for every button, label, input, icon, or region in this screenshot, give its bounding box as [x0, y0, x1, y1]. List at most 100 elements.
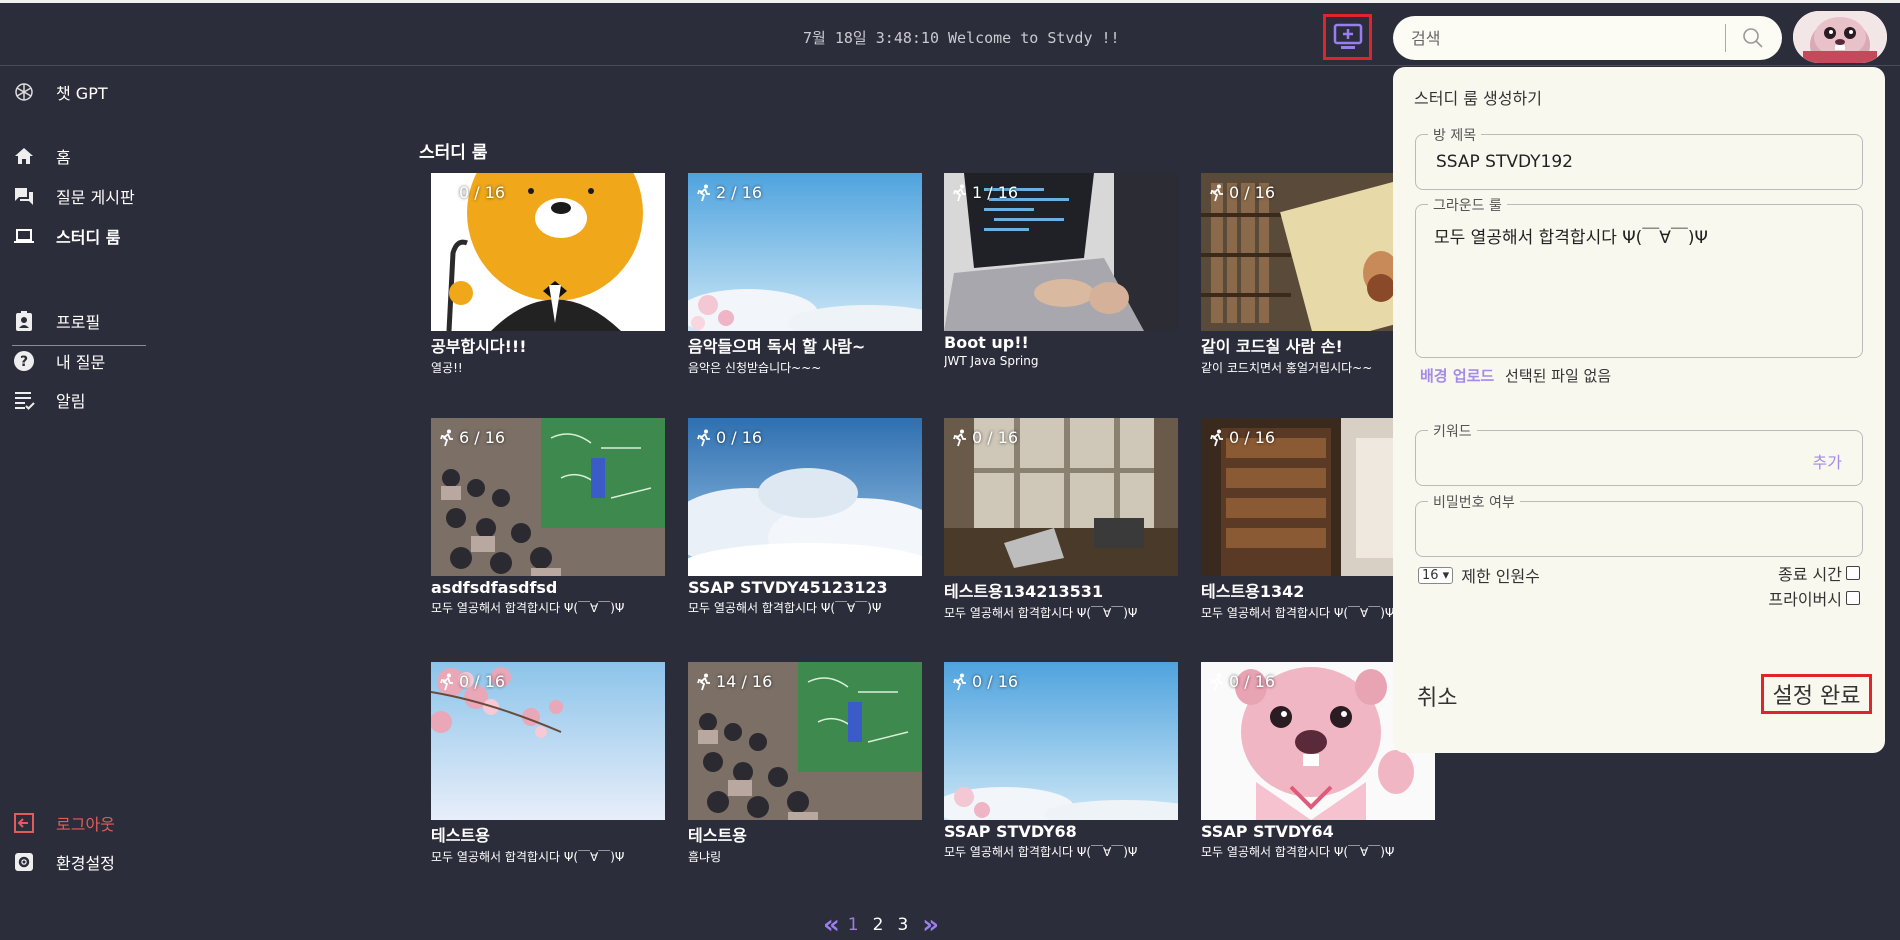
sidebar-item-label: 내 질문 [56, 353, 106, 372]
room-description: 열공!! [431, 361, 463, 375]
room-description: 모두 열공해서 합격합시다 Ψ(￣∀￣)Ψ [1201, 845, 1395, 859]
upload-background-button[interactable]: 배경 업로드 [1420, 367, 1494, 385]
room-name-field[interactable]: 방 제목 SSAP STVDY192 [1415, 125, 1863, 190]
page-link-current[interactable]: 1 [848, 915, 859, 935]
max-people-label: 제한 인원수 [1461, 567, 1540, 586]
room-card[interactable]: 14 / 16 테스트용 흠냐링 [688, 662, 922, 865]
room-name-label: 방 제목 [1428, 125, 1482, 145]
next-page-button[interactable]: » [922, 910, 939, 940]
person-running-icon [440, 184, 453, 201]
participant-count: 0 / 16 [1209, 183, 1275, 202]
ground-rule-textarea[interactable]: 그라운드 룰 모두 열공해서 합격합시다 Ψ(￣∀￣)Ψ [1415, 195, 1863, 358]
room-description: 흠냐링 [688, 850, 722, 864]
gear-icon [12, 850, 36, 874]
password-label: 비밀번호 여부 [1428, 492, 1520, 512]
person-running-icon [440, 429, 453, 446]
room-title: 테스트용 [431, 826, 490, 845]
no-file-text: 선택된 파일 없음 [1505, 367, 1612, 385]
panel-title: 스터디 룸 생성하기 [1414, 89, 1542, 108]
sidebar-item-label: 프로필 [56, 313, 101, 332]
room-title: 공부합시다!!! [431, 337, 527, 356]
avatar[interactable] [1793, 11, 1887, 63]
room-card[interactable]: 0 / 16 SSAP STVDY68 모두 열공해서 합격합시다 Ψ(￣∀￣)… [944, 662, 1178, 860]
room-title: SSAP STVDY45123123 [688, 578, 888, 597]
keyword-field[interactable]: 키워드 추가 [1415, 421, 1863, 486]
avatar-character-image [1793, 11, 1887, 63]
room-card[interactable]: 0 / 16 테스트용134213531 모두 열공해서 합격합시다 Ψ(￣∀￣… [944, 418, 1178, 621]
sidebar-item-settings[interactable]: 환경설정 [12, 850, 115, 874]
participant-count: 0 / 16 [439, 672, 505, 691]
privacy-label: 프라이버시 [1768, 590, 1842, 609]
room-card[interactable]: 2 / 16 음악들으며 독서 할 사람~ 음악은 신청받습니다~~~ [688, 173, 922, 376]
room-thumbnail: 0 / 16 [944, 418, 1178, 576]
room-card[interactable]: 0 / 16 테스트용 모두 열공해서 합격합시다 Ψ(￣∀￣)Ψ [431, 662, 665, 865]
sidebar-item-label: 챗 GPT [56, 84, 108, 103]
end-time-checkbox[interactable] [1846, 566, 1860, 580]
privacy-toggle[interactable]: 프라이버시 [1768, 586, 1860, 610]
participant-count: 0 / 16 [439, 183, 505, 202]
room-description: 음악은 신청받습니다~~~ [688, 361, 822, 375]
end-time-toggle[interactable]: 종료 시간 [1778, 561, 1860, 585]
sidebar-item-qna-board[interactable]: 질문 게시판 [12, 184, 135, 208]
sidebar-item-profile[interactable]: 프로필 [12, 309, 100, 333]
search-divider [1725, 24, 1726, 52]
add-screen-icon [1333, 23, 1362, 49]
room-description: 모두 열공해서 합격합시다 Ψ(￣∀￣)Ψ [431, 850, 625, 864]
cancel-button[interactable]: 취소 [1417, 680, 1457, 712]
room-description: JWT Java Spring [944, 354, 1039, 368]
room-thumbnail: 1 / 16 [944, 173, 1178, 331]
room-description: 모두 열공해서 합격합시다 Ψ(￣∀￣)Ψ [688, 601, 882, 615]
room-title: SSAP STVDY64 [1201, 822, 1334, 841]
checklist-icon [12, 388, 36, 412]
participant-count: 14 / 16 [696, 672, 772, 691]
max-people-row: 16 ▾ 제한 인원수 [1418, 563, 1540, 587]
add-keyword-button[interactable]: 추가 [1813, 449, 1842, 473]
room-title: SSAP STVDY68 [944, 822, 1077, 841]
chatgpt-icon [12, 80, 36, 104]
sidebar-item-logout[interactable]: 로그아웃 [12, 811, 115, 835]
room-thumbnail: 2 / 16 [688, 173, 922, 331]
confirm-button[interactable]: 설정 완료 [1761, 674, 1872, 714]
profile-badge-icon [12, 309, 36, 333]
sidebar-item-my-questions[interactable]: ? 내 질문 [12, 349, 105, 373]
participant-count: 2 / 16 [696, 183, 762, 202]
room-card[interactable]: 6 / 16 asdfsdfasdfsd 모두 열공해서 합격합시다 Ψ(￣∀￣… [431, 418, 665, 616]
sidebar-item-notifications[interactable]: 알림 [12, 388, 85, 412]
participant-count: 0 / 16 [1209, 428, 1275, 447]
sidebar-item-home[interactable]: 홈 [12, 144, 71, 168]
room-card[interactable]: 0 / 16 공부합시다!!! 열공!! [431, 173, 665, 376]
create-room-button[interactable] [1323, 14, 1372, 60]
room-description: 모두 열공해서 합격합시다 Ψ(￣∀￣)Ψ [944, 845, 1138, 859]
person-running-icon [697, 184, 710, 201]
room-card[interactable]: 0 / 16 SSAP STVDY45123123 모두 열공해서 합격합시다 … [688, 418, 922, 616]
ground-rule-label: 그라운드 룰 [1428, 195, 1507, 215]
room-description: 모두 열공해서 합격합시다 Ψ(￣∀￣)Ψ [944, 606, 1138, 620]
sidebar-item-study-room[interactable]: 스터디 룸 [12, 224, 120, 248]
page-link[interactable]: 3 [897, 915, 908, 935]
person-running-icon [953, 429, 966, 446]
person-running-icon [1210, 673, 1223, 690]
privacy-checkbox[interactable] [1846, 591, 1860, 605]
person-running-icon [953, 184, 966, 201]
person-running-icon [697, 673, 710, 690]
header: 7월 18일 3:48:10 Welcome to Stvdy !! [0, 3, 1900, 66]
sidebar-item-label: 홈 [56, 148, 71, 167]
max-people-select[interactable]: 16 ▾ [1418, 566, 1454, 584]
room-title: 음악들으며 독서 할 사람~ [688, 337, 866, 356]
room-thumbnail: 14 / 16 [688, 662, 922, 820]
room-title: 테스트용134213531 [944, 582, 1104, 601]
forum-icon [12, 184, 36, 208]
room-title: asdfsdfasdfsd [431, 578, 558, 597]
participant-count: 0 / 16 [696, 428, 762, 447]
room-card[interactable]: 1 / 16 Boot up!! JWT Java Spring [944, 173, 1178, 368]
sidebar-item-chatgpt[interactable]: 챗 GPT [12, 80, 108, 104]
prev-page-button[interactable]: « [823, 910, 840, 940]
help-circle-icon: ? [12, 349, 36, 373]
search-icon[interactable] [1741, 26, 1765, 50]
password-field[interactable]: 비밀번호 여부 [1415, 492, 1863, 557]
sidebar-item-label: 알림 [56, 392, 86, 411]
sidebar-divider [12, 345, 146, 346]
page-link[interactable]: 2 [873, 915, 884, 935]
search-input[interactable] [1409, 24, 1713, 52]
participant-count: 0 / 16 [1209, 672, 1275, 691]
